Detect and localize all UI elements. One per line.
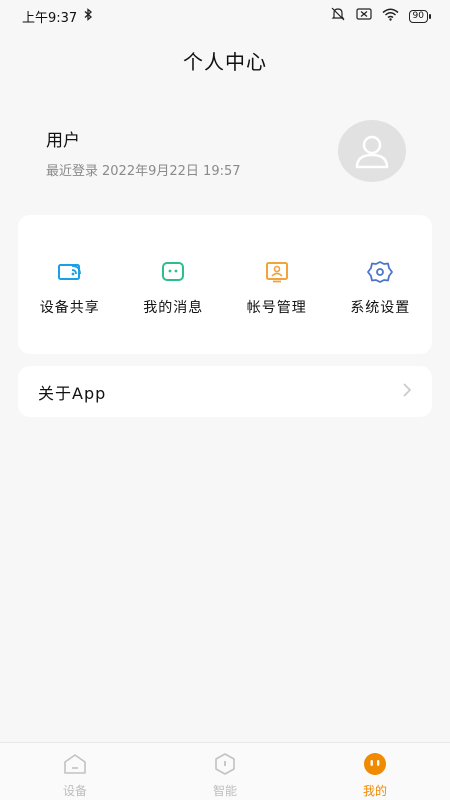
smart-icon [213,753,237,779]
last-login-time: 2022年9月22日 19:57 [102,164,241,179]
account-card-icon [264,259,290,285]
tab-devices[interactable]: 设备 [0,743,150,800]
tab-label-smart: 智能 [212,784,237,798]
tab-smart[interactable]: 智能 [150,743,300,800]
bottom-tab-bar: 设备 智能 我的 [0,742,450,800]
menu-item-my-messages[interactable]: 我的消息 [122,215,226,354]
screen-share-icon [57,259,83,285]
profile-last-login: 最近登录 2022年9月22日 19:57 [46,160,241,179]
silent-bell-icon [330,7,346,25]
tab-label-mine: 我的 [362,784,387,798]
battery-level: 90 [412,10,424,21]
page-title: 个人中心 [183,50,267,74]
menu-item-account-management[interactable]: 帐号管理 [225,215,329,354]
user-icon [355,135,389,169]
menu-item-device-share[interactable]: 设备共享 [18,215,122,354]
about-app-label: 关于App [38,383,107,403]
wifi-icon [382,8,399,25]
tab-mine[interactable]: 我的 [300,743,450,800]
message-icon [160,259,186,285]
menu-label-device-share: 设备共享 [39,300,100,316]
last-login-label: 最近登录 [46,164,99,179]
menu-label-my-messages: 我的消息 [143,300,204,316]
home-icon [63,753,87,779]
status-time: 上午9:37 [22,10,78,26]
status-bar: 上午9:37 90 [0,0,450,32]
mine-icon [363,753,387,779]
no-sim-icon [355,8,372,24]
battery-indicator: 90 [408,9,432,23]
avatar[interactable] [338,120,406,182]
profile-name: 用户 [46,131,80,151]
gear-icon [367,259,394,285]
function-menu-card: 设备共享 我的消息 帐号管理 系统设置 [18,215,432,354]
about-app-row[interactable]: 关于App [18,366,432,417]
menu-item-system-settings[interactable]: 系统设置 [329,215,433,354]
chevron-right-icon [402,382,412,402]
bluetooth-icon [83,7,93,25]
profile-section[interactable]: 用户 最近登录 2022年9月22日 19:57 [46,118,406,188]
menu-label-account-management: 帐号管理 [246,300,307,316]
menu-label-system-settings: 系统设置 [350,300,411,316]
tab-label-devices: 设备 [62,784,87,798]
